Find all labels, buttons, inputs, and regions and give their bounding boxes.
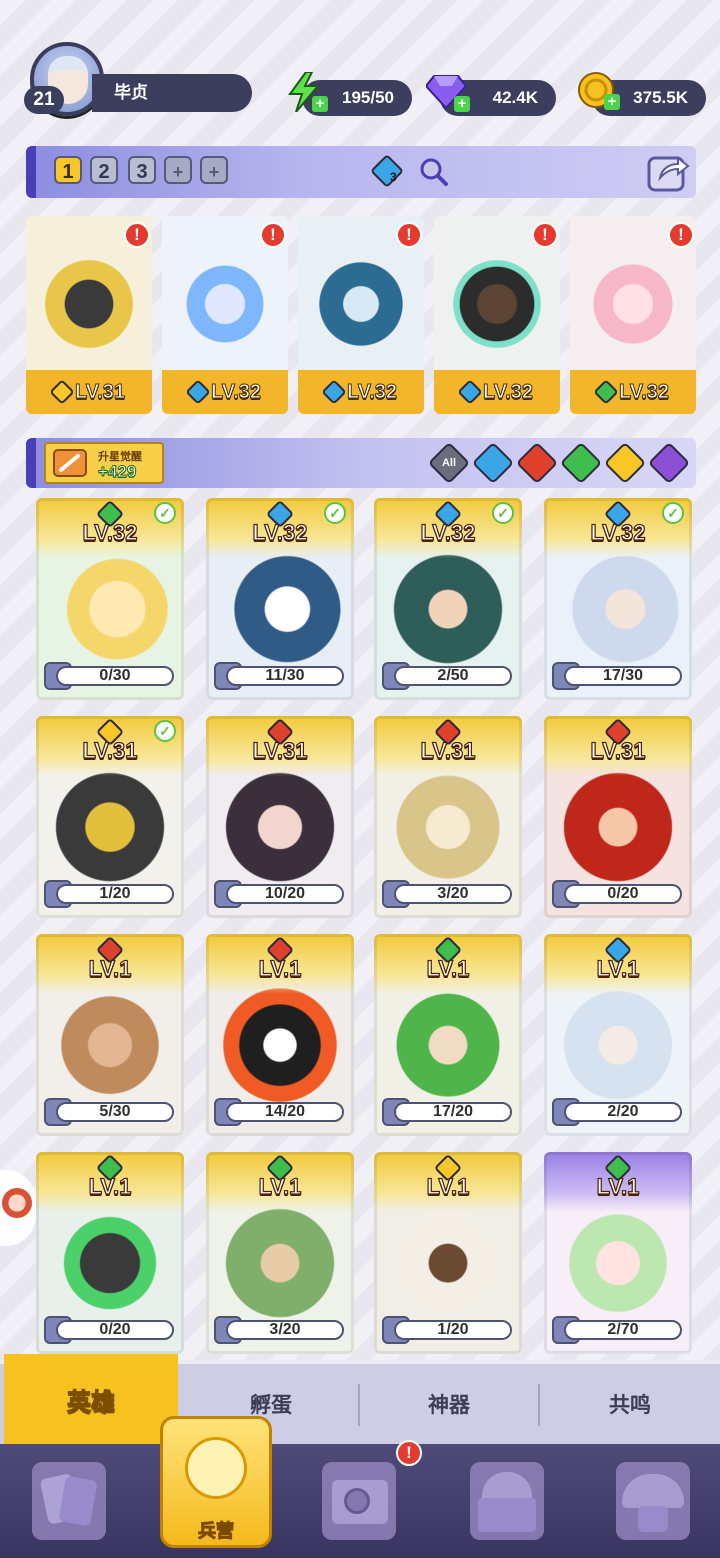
- hero-card-border: [544, 716, 692, 918]
- hero-card[interactable]: LV.32 ✓ 0/30: [36, 498, 184, 700]
- hero-card-border: [206, 716, 354, 918]
- hero-card-border: [206, 1152, 354, 1354]
- hero-card[interactable]: LV.31 0/20: [544, 716, 692, 918]
- energy-icon[interactable]: +: [282, 70, 328, 114]
- hero-card[interactable]: LV.31 ✓ 1/20: [36, 716, 184, 918]
- tab-artifact[interactable]: 神器: [360, 1364, 538, 1444]
- hero-card-border: [374, 716, 522, 918]
- team-slot-2[interactable]: 2: [90, 156, 118, 184]
- team-element-count: 3: [390, 170, 397, 184]
- alert-icon: !: [396, 222, 422, 248]
- temple-icon[interactable]: [470, 1462, 544, 1540]
- team-bar: [26, 146, 696, 198]
- hero-card[interactable]: LV.1 0/20: [36, 1152, 184, 1354]
- hero-card-border: [36, 716, 184, 918]
- alert-icon: !: [668, 222, 694, 248]
- team-hero-level: LV.31: [74, 380, 126, 403]
- player-name: 毕贞: [92, 74, 252, 112]
- hero-card-border: [374, 934, 522, 1136]
- team-slot-add-2[interactable]: +: [200, 156, 228, 184]
- hero-card[interactable]: LV.1 2/70: [544, 1152, 692, 1354]
- team-hero-level: LV.32: [210, 380, 262, 403]
- hero-card[interactable]: LV.32 ✓ 11/30: [206, 498, 354, 700]
- alert-icon: !: [396, 1440, 422, 1466]
- gem-icon[interactable]: +: [424, 70, 470, 114]
- mushroom-icon[interactable]: [616, 1462, 690, 1540]
- team-element-icon[interactable]: 3: [370, 154, 404, 188]
- sword-icon: [53, 449, 87, 477]
- share-icon[interactable]: [646, 150, 690, 192]
- hero-card-border: [544, 934, 692, 1136]
- hero-card[interactable]: LV.1 17/20: [374, 934, 522, 1136]
- search-icon[interactable]: [418, 156, 448, 186]
- alert-icon: !: [532, 222, 558, 248]
- hero-card[interactable]: LV.31 3/20: [374, 716, 522, 918]
- hero-card-border: [206, 498, 354, 700]
- filter-all-label: All: [441, 457, 457, 469]
- team-slot-3[interactable]: 3: [128, 156, 156, 184]
- team-hero-level: LV.32: [346, 380, 398, 403]
- hero-card[interactable]: LV.1 3/20: [206, 1152, 354, 1354]
- alert-icon: !: [260, 222, 286, 248]
- team-hero-card-4[interactable]: LV.32 !: [434, 216, 560, 414]
- hero-card[interactable]: LV.31 10/20: [206, 716, 354, 918]
- hero-card-border: [36, 498, 184, 700]
- hero-card-border: [374, 498, 522, 700]
- cards-icon[interactable]: [32, 1462, 106, 1540]
- hero-card[interactable]: LV.32 ✓ 2/50: [374, 498, 522, 700]
- barracks-label: 兵营: [198, 1521, 235, 1542]
- map-book-icon[interactable]: [322, 1462, 396, 1540]
- hero-card-border: [374, 1152, 522, 1354]
- hero-card[interactable]: LV.1 1/20: [374, 1152, 522, 1354]
- hero-card-border: [36, 1152, 184, 1354]
- hero-card-border: [544, 498, 692, 700]
- hero-card[interactable]: LV.1 5/30: [36, 934, 184, 1136]
- awaken-button[interactable]: 升星觉醒 +429: [44, 442, 164, 484]
- team-hero-level: LV.32: [618, 380, 670, 403]
- hero-card[interactable]: LV.32 ✓ 17/30: [544, 498, 692, 700]
- coin-icon[interactable]: +: [574, 68, 620, 112]
- awaken-value: +429: [97, 462, 137, 482]
- alert-icon: !: [124, 222, 150, 248]
- hero-card[interactable]: LV.1 14/20: [206, 934, 354, 1136]
- hero-card-border: [544, 1152, 692, 1354]
- hero-card-border: [36, 934, 184, 1136]
- team-slot-1[interactable]: 1: [54, 156, 82, 184]
- player-level-badge: 21: [24, 86, 64, 114]
- tab-resonance[interactable]: 共鸣: [540, 1364, 720, 1444]
- hero-card[interactable]: LV.1 2/20: [544, 934, 692, 1136]
- barracks-button[interactable]: 兵营: [160, 1416, 272, 1548]
- team-hero-card-5[interactable]: LV.32 !: [570, 216, 696, 414]
- tab-heroes[interactable]: 英雄: [4, 1354, 178, 1444]
- team-hero-card-1[interactable]: LV.31 !: [26, 216, 152, 414]
- team-slot-add-1[interactable]: +: [164, 156, 192, 184]
- team-hero-card-3[interactable]: LV.32 !: [298, 216, 424, 414]
- team-hero-level: LV.32: [482, 380, 534, 403]
- hero-card-border: [206, 934, 354, 1136]
- team-hero-card-2[interactable]: LV.32 !: [162, 216, 288, 414]
